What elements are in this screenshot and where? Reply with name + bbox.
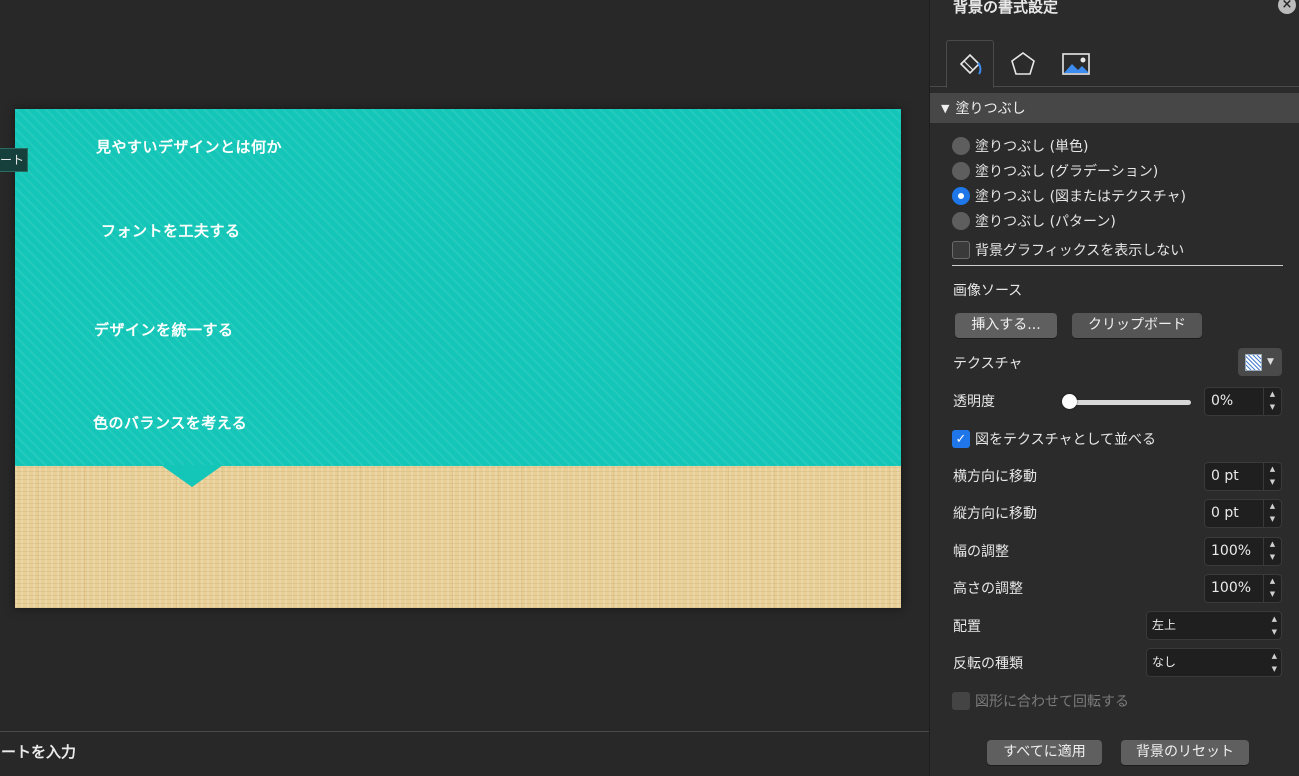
- hide-background-graphics[interactable]: 背景グラフィックスを表示しない: [952, 239, 1184, 261]
- format-background-panel: 背景の書式設定 × ▼ 塗りつぶし 塗りつぶし (単色) 塗りつぶし (グラデー…: [929, 0, 1299, 776]
- slide-text-1[interactable]: 見やすいデザインとは何か: [96, 136, 282, 157]
- stepper-arrows-icon[interactable]: ▲ ▼: [1263, 500, 1281, 527]
- fill-option-solid-label: 塗りつぶし (単色): [975, 139, 1089, 155]
- image-source-label: 画像ソース: [953, 283, 1023, 299]
- mirror-label: 反転の種類: [953, 656, 1023, 672]
- hide-background-checkbox[interactable]: [952, 241, 970, 259]
- scale-y-stepper[interactable]: 100% ▲ ▼: [1204, 574, 1282, 603]
- stepper-arrows-icon[interactable]: ▲ ▼: [1263, 538, 1281, 565]
- stepper-arrows-icon[interactable]: ▲ ▼: [1263, 463, 1281, 490]
- section-fill-label: 塗りつぶし: [955, 101, 1026, 117]
- alignment-value: 左上: [1152, 618, 1177, 632]
- fill-option-solid[interactable]: 塗りつぶし (単色): [952, 135, 1089, 157]
- slide-text-3[interactable]: デザインを統一する: [94, 319, 234, 340]
- slide-editor: 見やすいデザインとは何か フォントを工夫する デザインを統一する 色のバランスを…: [0, 0, 929, 776]
- scale-x-stepper[interactable]: 100% ▲ ▼: [1204, 537, 1282, 566]
- triangle-down-icon: ▼: [941, 101, 950, 115]
- radio-solid[interactable]: [952, 137, 970, 155]
- transparency-value[interactable]: 0%: [1211, 388, 1233, 415]
- select-arrows-icon: ▲ ▼: [1271, 615, 1277, 636]
- offset-x-value[interactable]: 0 pt: [1211, 463, 1239, 490]
- apply-all-button[interactable]: すべてに適用: [987, 740, 1102, 765]
- close-icon[interactable]: ×: [1278, 0, 1296, 14]
- slide-text-4[interactable]: 色のバランスを考える: [93, 412, 247, 433]
- mirror-select[interactable]: なし ▲ ▼: [1146, 648, 1282, 677]
- fill-option-gradient-label: 塗りつぶし (グラデーション): [975, 164, 1159, 180]
- scale-x-value[interactable]: 100%: [1211, 538, 1251, 565]
- texture-swatch: [1245, 353, 1262, 371]
- pentagon-icon: [1011, 51, 1035, 75]
- scale-x-label: 幅の調整: [953, 544, 1009, 560]
- fill-option-picture-label: 塗りつぶし (図またはテクスチャ): [975, 189, 1186, 205]
- slide-text-2[interactable]: フォントを工夫する: [101, 220, 241, 241]
- tile-label: 図をテクスチャとして並べる: [975, 432, 1157, 448]
- stepper-arrows-icon[interactable]: ▲ ▼: [1263, 388, 1281, 415]
- section-fill-header[interactable]: ▼ 塗りつぶし: [930, 93, 1299, 123]
- scale-y-label: 高さの調整: [953, 581, 1023, 597]
- alignment-label: 配置: [953, 619, 981, 635]
- mirror-value: なし: [1152, 655, 1177, 669]
- insert-button[interactable]: 挿入する...: [955, 313, 1057, 338]
- radio-pattern[interactable]: [952, 212, 970, 230]
- offset-x-label: 横方向に移動: [953, 469, 1037, 485]
- tile-checkbox[interactable]: ✓: [952, 430, 970, 448]
- panel-tabs: [930, 40, 1299, 88]
- radio-gradient[interactable]: [952, 162, 970, 180]
- stepper-arrows-icon[interactable]: ▲ ▼: [1263, 575, 1281, 602]
- notes-input[interactable]: ノートを入力: [0, 741, 76, 762]
- fill-option-gradient[interactable]: 塗りつぶし (グラデーション): [952, 160, 1158, 182]
- transparency-label: 透明度: [953, 394, 995, 410]
- rotate-with-shape[interactable]: 図形に合わせて回転する: [952, 690, 1129, 712]
- tab-picture[interactable]: [1052, 40, 1100, 87]
- fill-bucket-icon: [959, 53, 982, 75]
- transparency-slider[interactable]: [1063, 400, 1191, 405]
- fill-option-picture[interactable]: 塗りつぶし (図またはテクスチャ): [952, 185, 1186, 207]
- slide-texture-area: [15, 466, 901, 608]
- clipboard-button[interactable]: クリップボード: [1072, 313, 1202, 338]
- chevron-down-icon: ▼: [1267, 357, 1274, 367]
- fill-option-pattern-label: 塗りつぶし (パターン): [975, 214, 1116, 230]
- hide-background-label: 背景グラフィックスを表示しない: [975, 243, 1185, 259]
- radio-picture[interactable]: [952, 187, 970, 205]
- section-separator: [952, 265, 1283, 266]
- texture-label: テクスチャ: [953, 356, 1023, 372]
- tab-fill[interactable]: [946, 40, 994, 88]
- slide-notch: [161, 465, 223, 487]
- rotate-checkbox[interactable]: [952, 692, 970, 710]
- scale-y-value[interactable]: 100%: [1211, 575, 1251, 602]
- panel-title: 背景の書式設定: [953, 0, 1059, 16]
- transparency-stepper[interactable]: 0% ▲ ▼: [1204, 387, 1282, 416]
- texture-dropdown[interactable]: ▼: [1238, 348, 1282, 376]
- notes-divider: [0, 731, 929, 732]
- picture-icon: [1062, 52, 1090, 75]
- reset-background-button[interactable]: 背景のリセット: [1121, 740, 1249, 765]
- tab-effects[interactable]: [999, 40, 1047, 87]
- offset-y-value[interactable]: 0 pt: [1211, 500, 1239, 527]
- slide-canvas[interactable]: 見やすいデザインとは何か フォントを工夫する デザインを統一する 色のバランスを…: [15, 109, 901, 608]
- slide-tooltip: ート: [0, 148, 28, 172]
- alignment-select[interactable]: 左上 ▲ ▼: [1146, 611, 1282, 640]
- transparency-slider-handle[interactable]: [1062, 394, 1077, 409]
- rotate-label: 図形に合わせて回転する: [975, 694, 1129, 710]
- offset-x-stepper[interactable]: 0 pt ▲ ▼: [1204, 462, 1282, 491]
- fill-option-pattern[interactable]: 塗りつぶし (パターン): [952, 210, 1116, 232]
- tile-as-texture[interactable]: ✓ 図をテクスチャとして並べる: [952, 428, 1156, 450]
- offset-y-label: 縦方向に移動: [953, 506, 1037, 522]
- select-arrows-icon: ▲ ▼: [1271, 652, 1277, 673]
- offset-y-stepper[interactable]: 0 pt ▲ ▼: [1204, 499, 1282, 528]
